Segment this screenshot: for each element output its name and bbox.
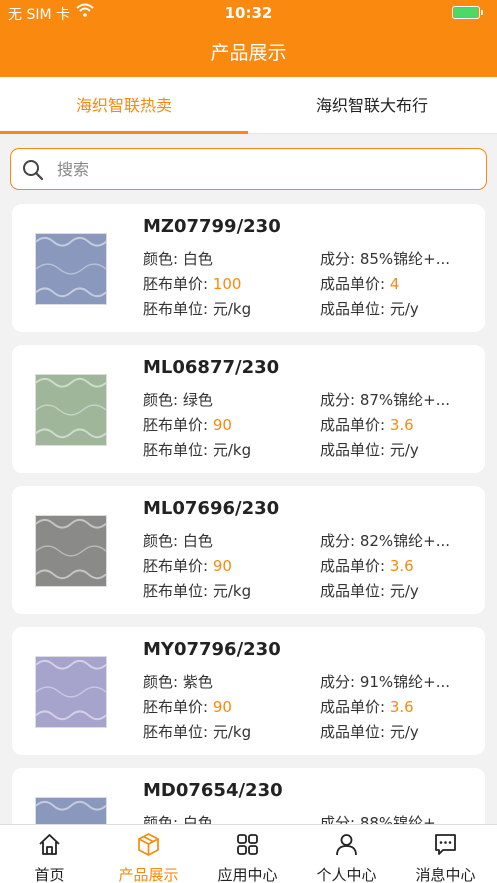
product-color: 颜色: 白色 <box>143 250 213 268</box>
grey-price-value: 90 <box>212 698 232 716</box>
grey-price-value: 90 <box>212 416 232 434</box>
search-icon <box>23 160 44 181</box>
product-color: 颜色: 白色 <box>143 814 213 824</box>
finished-price-label: 成品单价: <box>320 557 390 575</box>
product-thumbnail <box>35 374 107 446</box>
nav-messages[interactable]: 消息中心 <box>396 825 495 883</box>
grey-price-label: 胚布单价: <box>143 416 213 434</box>
product-thumbnail <box>35 515 107 587</box>
product-color: 颜色: 紫色 <box>143 673 213 691</box>
nav-profile-label: 个人中心 <box>316 866 377 883</box>
product-code: MD07654/230 <box>143 780 283 801</box>
battery-level <box>454 8 478 17</box>
finished-price-label: 成品单价: <box>320 275 390 293</box>
grey-unit: 胚布单位: 元/kg <box>143 441 252 459</box>
top-header: 无 SIM 卡 10:32 产品展示 <box>0 0 497 77</box>
nav-profile[interactable]: 个人中心 <box>297 825 396 883</box>
grey-price-row: 胚布单价: 90 <box>143 555 232 576</box>
product-card[interactable]: MD07654/230颜色: 白色成分: 88%锦纶+胚布单价: 成品单价: <box>12 768 485 824</box>
tab-bar: 海织智联热卖 海织智联大布行 <box>0 77 497 134</box>
product-composition: 成分: 88%锦纶+ <box>320 814 436 824</box>
nav-messages-label: 消息中心 <box>415 866 476 883</box>
nav-apps[interactable]: 应用中心 <box>198 825 297 883</box>
battery-icon <box>452 6 483 19</box>
product-composition: 成分: 87%锦纶+... <box>320 391 451 409</box>
finished-price-value: 4 <box>389 275 400 293</box>
finished-price-label: 成品单价: <box>320 416 390 434</box>
search-bar[interactable] <box>10 148 487 190</box>
grey-price-row: 胚布单价: 90 <box>143 414 232 435</box>
finished-unit: 成品单位: 元/y <box>320 441 419 459</box>
product-thumbnail <box>35 233 107 305</box>
product-card[interactable]: MY07796/230 颜色: 紫色 成分: 91%锦纶+... 胚布单价: 90 成品… <box>12 627 485 755</box>
finished-price-label: 成品单价: <box>320 698 390 716</box>
tab-hot-sale[interactable]: 海织智联热卖 <box>0 77 248 134</box>
grey-unit: 胚布单位: 元/kg <box>143 723 252 741</box>
grey-unit: 胚布单位: 元/kg <box>143 582 252 600</box>
product-code: MZ07799/230 <box>143 216 281 237</box>
finished-price-row: 成品单价: 4 <box>320 273 399 294</box>
status-time: 10:32 <box>224 4 273 22</box>
product-thumbnail <box>35 656 107 728</box>
finished-price-value: 3.6 <box>389 416 414 434</box>
grey-price-label: 胚布单价: <box>143 275 213 293</box>
grey-price-label: 胚布单价: <box>143 557 213 575</box>
grey-price-value: 100 <box>212 275 242 293</box>
product-card[interactable]: ML07696/230 颜色: 白色 成分: 82%锦纶+... 胚布单价: 90 成品… <box>12 486 485 614</box>
finished-unit: 成品单位: 元/y <box>320 723 419 741</box>
finished-price-value: 3.6 <box>389 557 414 575</box>
product-composition: 成分: 82%锦纶+... <box>320 532 451 550</box>
person-icon <box>336 834 357 856</box>
product-composition: 成分: 91%锦纶+... <box>320 673 451 691</box>
grey-unit: 胚布单位: 元/kg <box>143 300 252 318</box>
page-title: 产品展示 <box>210 42 287 64</box>
grey-price-row: 胚布单价: 90 <box>143 696 232 717</box>
product-color: 颜色: 绿色 <box>143 391 213 409</box>
product-card[interactable]: MZ07799/230 颜色: 白色 成分: 85%锦纶+... 胚布单价: 100 成… <box>12 204 485 332</box>
product-code: ML06877/230 <box>143 357 280 378</box>
product-composition: 成分: 85%锦纶+... <box>320 250 451 268</box>
grey-price-label: 胚布单价: <box>143 698 213 716</box>
product-card[interactable]: ML06877/230 颜色: 绿色 成分: 87%锦纶+... 胚布单价: 90 成品… <box>12 345 485 473</box>
product-code: ML07696/230 <box>143 498 280 519</box>
finished-unit: 成品单位: 元/y <box>320 582 419 600</box>
finished-price-row: 成品单价: 3.6 <box>320 555 414 576</box>
nav-apps-label: 应用中心 <box>217 866 278 883</box>
finished-unit: 成品单位: 元/y <box>320 300 419 318</box>
nav-products[interactable]: 产品展示 <box>99 825 198 883</box>
grid-icon <box>237 834 258 855</box>
tab-fabric-market[interactable]: 海织智联大布行 <box>248 77 496 134</box>
nav-products-label: 产品展示 <box>118 866 179 883</box>
finished-price-value: 3.6 <box>389 698 414 716</box>
nav-home-label: 首页 <box>34 866 65 883</box>
grey-price-value: 90 <box>212 557 232 575</box>
product-color: 颜色: 白色 <box>143 532 213 550</box>
search-input[interactable] <box>57 157 467 181</box>
finished-price-row: 成品单价: 3.6 <box>320 696 414 717</box>
grey-price-row: 胚布单价: 100 <box>143 273 241 294</box>
message-icon <box>435 834 456 855</box>
product-thumbnail <box>35 797 107 824</box>
bottom-nav: 首页 产品展示 应用中心 个人中心 消息中心 <box>0 824 497 883</box>
finished-price-row: 成品单价: 3.6 <box>320 414 414 435</box>
product-list[interactable]: MZ07799/230 颜色: 白色 成分: 85%锦纶+... 胚布单价: 100 成… <box>0 204 497 824</box>
status-bar: 无 SIM 卡 10:32 <box>0 0 497 26</box>
home-icon <box>39 834 60 855</box>
product-code: MY07796/230 <box>143 639 281 660</box>
nav-home[interactable]: 首页 <box>0 825 99 883</box>
box-icon <box>138 833 159 856</box>
